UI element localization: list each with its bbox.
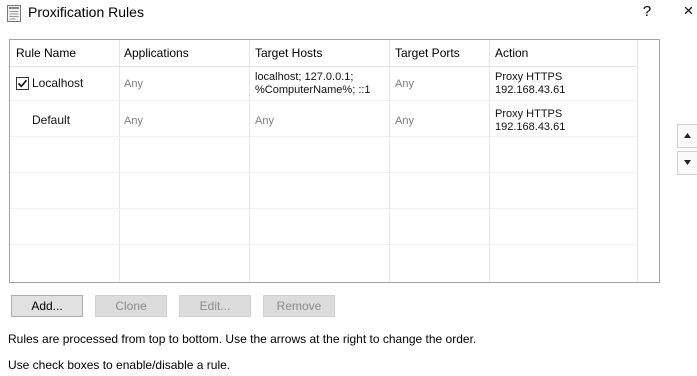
column-divider (637, 40, 638, 282)
rule-name[interactable]: Default (32, 114, 70, 127)
row-divider (10, 136, 638, 137)
column-divider (249, 40, 250, 282)
rule-target-hosts: localhost; 127.0.0.1; (255, 71, 354, 83)
row-divider (10, 100, 638, 101)
rule-target-hosts: Any (255, 115, 274, 127)
column-divider (119, 40, 120, 282)
window-title: Proxification Rules (28, 4, 144, 20)
row-divider (10, 244, 638, 245)
rule-action: Proxy HTTPS (495, 71, 563, 83)
add-button[interactable]: Add... (11, 295, 83, 317)
clone-button[interactable]: Clone (95, 295, 167, 317)
column-header-rule-name[interactable]: Rule Name (16, 46, 76, 60)
column-divider (389, 40, 390, 282)
rule-target-ports: Any (395, 115, 414, 127)
rule-action-address: 192.168.43.61 (495, 84, 566, 96)
triangle-down-icon (684, 160, 691, 165)
title-bar: Proxification Rules ? × (0, 0, 697, 30)
rule-target-hosts: %ComputerName%; ::1 (255, 84, 371, 96)
rule-action-address: 192.168.43.61 (495, 121, 566, 133)
header-divider (10, 66, 638, 67)
column-header-target-ports[interactable]: Target Ports (395, 46, 460, 60)
rule-action: Proxy HTTPS (495, 108, 563, 120)
rule-applications: Any (124, 115, 143, 127)
close-button[interactable]: × (680, 1, 697, 21)
row-divider (10, 208, 638, 209)
document-icon (7, 5, 21, 22)
checkmark-icon (17, 79, 28, 88)
row-divider (10, 172, 638, 173)
move-down-button[interactable] (677, 151, 697, 175)
rule-enable-checkbox[interactable] (16, 77, 29, 90)
rules-order-hint: Rules are processed from top to bottom. … (8, 332, 477, 346)
column-header-action[interactable]: Action (495, 46, 528, 60)
remove-button[interactable]: Remove (263, 295, 335, 317)
rule-applications: Any (124, 78, 143, 90)
column-header-target-hosts[interactable]: Target Hosts (255, 46, 322, 60)
rule-target-ports: Any (395, 78, 414, 90)
help-button[interactable]: ? (640, 3, 654, 20)
rules-list[interactable]: Rule Name Applications Target Hosts Targ… (9, 39, 660, 283)
rule-name[interactable]: Localhost (32, 77, 83, 90)
column-header-applications[interactable]: Applications (124, 46, 189, 60)
checkbox-hint: Use check boxes to enable/disable a rule… (8, 358, 231, 372)
edit-button[interactable]: Edit... (179, 295, 251, 317)
column-divider (489, 40, 490, 282)
move-up-button[interactable] (677, 124, 697, 148)
triangle-up-icon (684, 133, 691, 138)
